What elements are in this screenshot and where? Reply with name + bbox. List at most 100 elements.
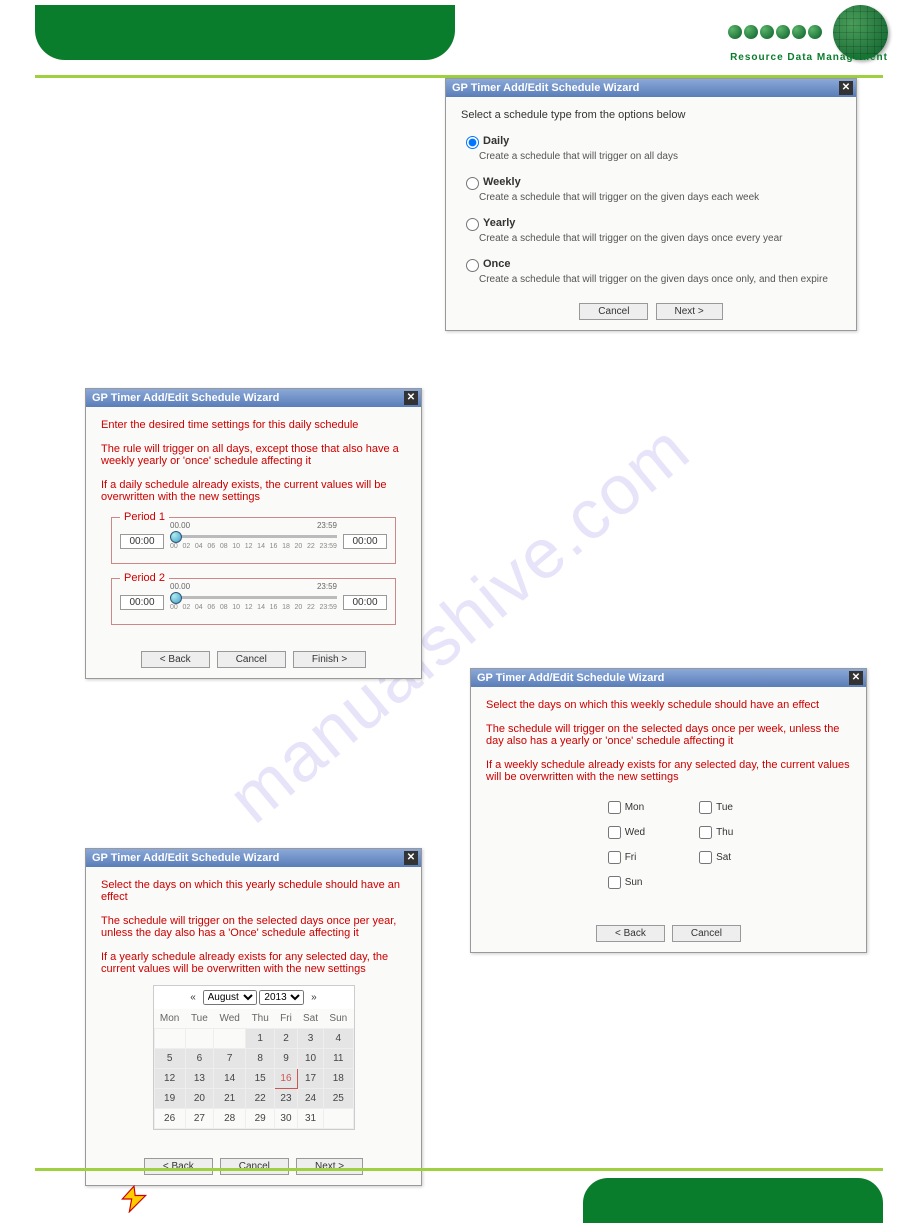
start-time-input[interactable]: 00:00 — [120, 595, 164, 610]
dow-header: Tue — [185, 1009, 213, 1029]
dow-header: Mon — [154, 1009, 185, 1029]
calendar-cell[interactable]: 11 — [324, 1049, 353, 1069]
slider-thumb[interactable] — [170, 531, 182, 543]
calendar-cell[interactable]: 7 — [214, 1049, 246, 1069]
calendar-cell[interactable]: 5 — [154, 1049, 185, 1069]
info-text: The rule will trigger on all days, excep… — [101, 443, 406, 467]
calendar-cell[interactable]: 19 — [154, 1089, 185, 1109]
calendar-cell[interactable]: 26 — [154, 1109, 185, 1129]
calendar-cell[interactable]: 4 — [324, 1029, 353, 1049]
dialog-title: GP Timer Add/Edit Schedule Wizard ✕ — [446, 79, 856, 97]
day-checkbox[interactable]: Thu — [695, 823, 733, 842]
calendar-cell[interactable]: 8 — [246, 1049, 275, 1069]
close-icon[interactable]: ✕ — [839, 81, 853, 95]
page-footer — [0, 1168, 918, 1228]
calendar-cell[interactable]: 18 — [324, 1069, 353, 1089]
calendar-cell[interactable]: 1 — [246, 1029, 275, 1049]
day-checkbox[interactable]: Sat — [695, 848, 733, 867]
calendar-cell[interactable]: 24 — [297, 1089, 323, 1109]
calendar-cell[interactable]: 25 — [324, 1089, 353, 1109]
schedule-type-radio[interactable] — [466, 259, 479, 272]
brand-text: Resource Data Management — [730, 52, 888, 63]
option-desc: Create a schedule that will trigger on t… — [479, 192, 841, 203]
calendar-cell — [185, 1029, 213, 1049]
calendar-cell[interactable]: 6 — [185, 1049, 213, 1069]
schedule-type-radio[interactable] — [466, 218, 479, 231]
dow-header: Fri — [275, 1009, 298, 1029]
title-text: GP Timer Add/Edit Schedule Wizard — [452, 82, 639, 94]
calendar-cell[interactable]: 20 — [185, 1089, 213, 1109]
info-text: If a yearly schedule already exists for … — [101, 951, 406, 975]
intro-text: Select a schedule type from the options … — [461, 109, 841, 121]
start-time-input[interactable]: 00:00 — [120, 534, 164, 549]
calendar-cell[interactable]: 17 — [297, 1069, 323, 1089]
calendar-cell[interactable]: 16 — [275, 1069, 298, 1089]
calendar-cell[interactable]: 28 — [214, 1109, 246, 1129]
divider — [35, 1168, 883, 1171]
close-icon[interactable]: ✕ — [404, 391, 418, 405]
cancel-button[interactable]: Cancel — [672, 925, 741, 942]
period-1: Period 1 00:00 00.00 23:59 0002040608101… — [111, 511, 396, 564]
calendar-cell[interactable]: 14 — [214, 1069, 246, 1089]
calendar-cell — [154, 1029, 185, 1049]
back-button[interactable]: < Back — [596, 925, 665, 942]
finish-button[interactable]: Finish > — [293, 651, 366, 668]
calendar-cell[interactable]: 13 — [185, 1069, 213, 1089]
calendar-cell[interactable]: 29 — [246, 1109, 275, 1129]
end-time-input[interactable]: 00:00 — [343, 595, 387, 610]
calendar-cell[interactable]: 27 — [185, 1109, 213, 1129]
calendar-cell[interactable]: 22 — [246, 1089, 275, 1109]
calendar-cell[interactable]: 10 — [297, 1049, 323, 1069]
time-slider[interactable]: 00.00 23:59 00020406081012141618202223:5… — [170, 529, 337, 553]
heading: Select the days on which this yearly sch… — [101, 879, 406, 903]
month-select[interactable]: August — [203, 990, 257, 1005]
back-button[interactable]: < Back — [141, 651, 210, 668]
dow-header: Sat — [297, 1009, 323, 1029]
dialog-title: GP Timer Add/Edit Schedule Wizard ✕ — [471, 669, 866, 687]
option-label: Once — [483, 258, 511, 270]
calendar-cell[interactable]: 3 — [297, 1029, 323, 1049]
dialog-title: GP Timer Add/Edit Schedule Wizard ✕ — [86, 389, 421, 407]
calendar-cell[interactable]: 2 — [275, 1029, 298, 1049]
day-checkbox[interactable]: Fri — [604, 848, 645, 867]
calendar-cell[interactable]: 15 — [246, 1069, 275, 1089]
calendar-cell[interactable]: 21 — [214, 1089, 246, 1109]
close-icon[interactable]: ✕ — [404, 851, 418, 865]
calendar-cell[interactable]: 9 — [275, 1049, 298, 1069]
day-checkbox[interactable]: Tue — [695, 798, 733, 817]
slider-thumb[interactable] — [170, 592, 182, 604]
lightning-icon — [120, 1185, 148, 1213]
option-label: Weekly — [483, 176, 521, 188]
calendar-cell[interactable]: 31 — [297, 1109, 323, 1129]
period-legend: Period 1 — [120, 511, 169, 523]
dow-header: Wed — [214, 1009, 246, 1029]
dialog-title: GP Timer Add/Edit Schedule Wizard ✕ — [86, 849, 421, 867]
footer-tab — [583, 1178, 883, 1223]
option-label: Yearly — [483, 217, 515, 229]
daily-time-dialog: GP Timer Add/Edit Schedule Wizard ✕ Ente… — [85, 388, 422, 679]
prev-month-icon[interactable]: « — [186, 992, 200, 1003]
day-checkbox[interactable]: Mon — [604, 798, 645, 817]
calendar-cell — [324, 1109, 353, 1129]
time-slider[interactable]: 00.00 23:59 00020406081012141618202223:5… — [170, 590, 337, 614]
schedule-type-radio[interactable] — [466, 136, 479, 149]
cancel-button[interactable]: Cancel — [579, 303, 648, 320]
period-2: Period 2 00:00 00.00 23:59 0002040608101… — [111, 572, 396, 625]
option-label: Daily — [483, 135, 509, 147]
cancel-button[interactable]: Cancel — [217, 651, 286, 668]
calendar-cell[interactable]: 12 — [154, 1069, 185, 1089]
calendar-cell[interactable]: 30 — [275, 1109, 298, 1129]
schedule-type-radio[interactable] — [466, 177, 479, 190]
end-time-input[interactable]: 00:00 — [343, 534, 387, 549]
option-desc: Create a schedule that will trigger on t… — [479, 274, 841, 285]
title-text: GP Timer Add/Edit Schedule Wizard — [92, 852, 279, 864]
heading: Enter the desired time settings for this… — [101, 419, 406, 431]
next-month-icon[interactable]: » — [307, 992, 321, 1003]
close-icon[interactable]: ✕ — [849, 671, 863, 685]
day-checkbox[interactable]: Sun — [604, 873, 645, 892]
year-select[interactable]: 2013 — [259, 990, 304, 1005]
calendar-cell[interactable]: 23 — [275, 1089, 298, 1109]
day-checkbox[interactable]: Wed — [604, 823, 645, 842]
logo-dots — [727, 25, 823, 42]
next-button[interactable]: Next > — [656, 303, 723, 320]
